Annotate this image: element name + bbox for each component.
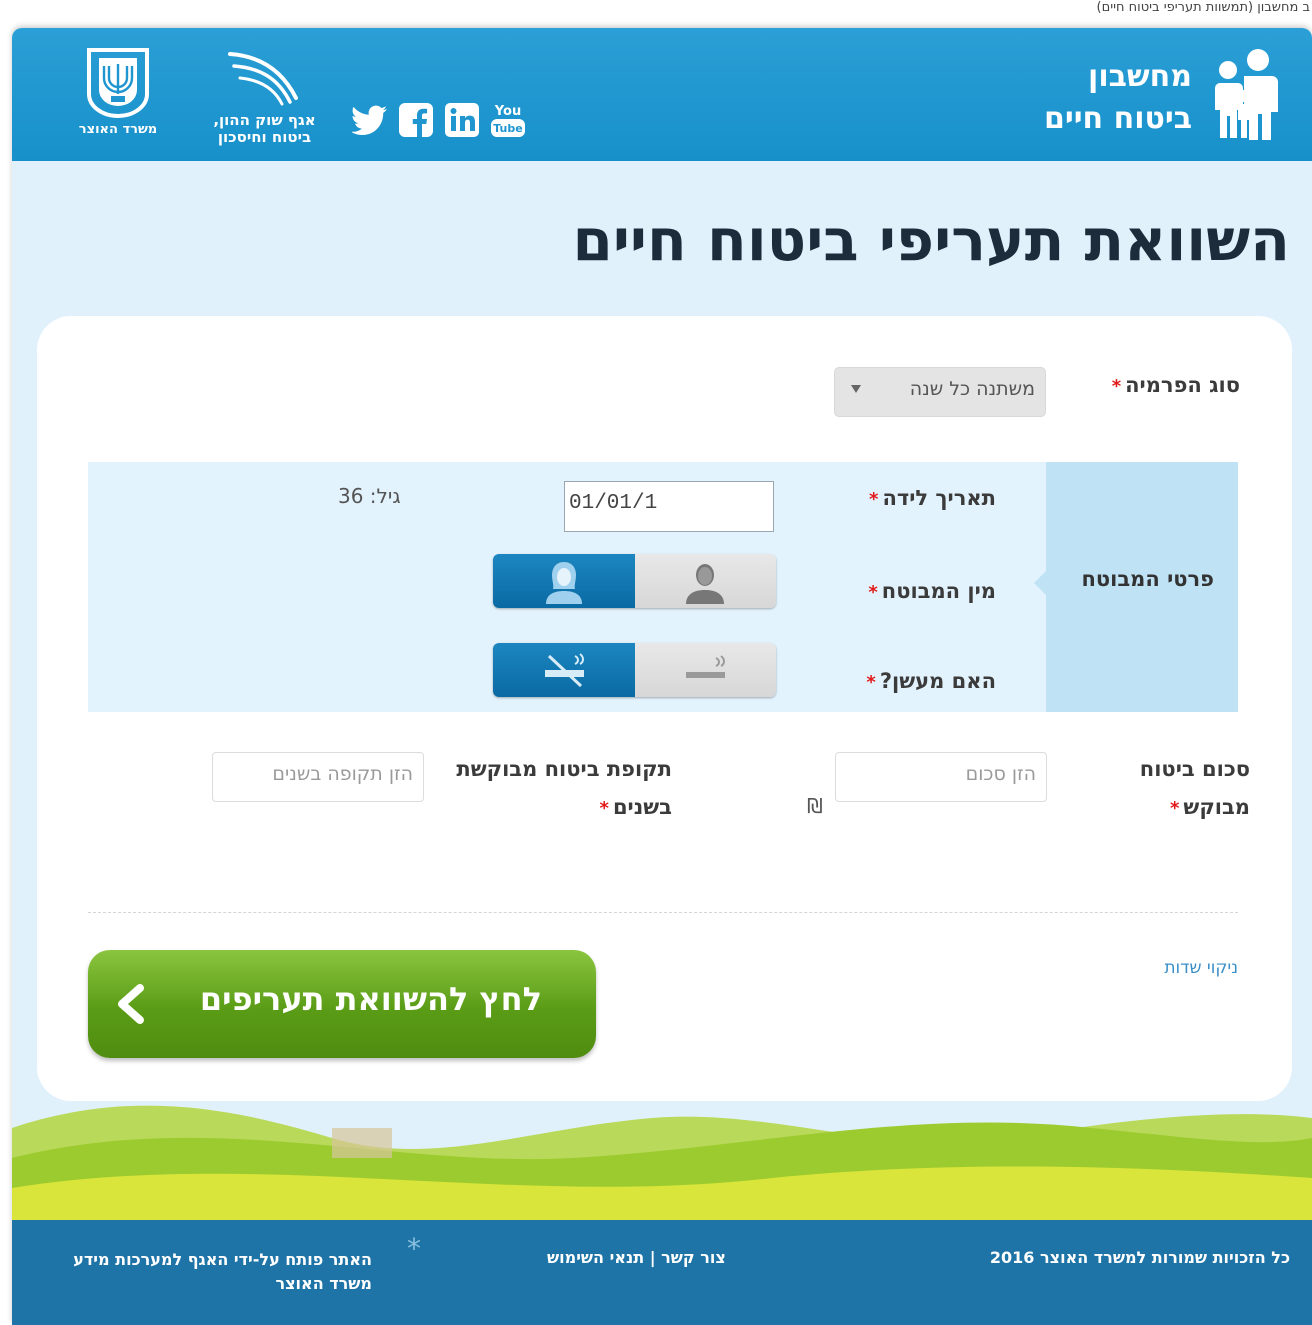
gender-male-option[interactable]	[634, 554, 776, 608]
compare-rates-button[interactable]: לחץ להשוואת תעריפים	[88, 950, 596, 1058]
gender-toggle	[493, 554, 776, 608]
required-mark: *	[599, 798, 609, 819]
birth-date-input[interactable]: 01/01/1	[564, 481, 774, 532]
browser-caption: ב מחשבון (תמשוות תעריפי ביטוח חיים)	[1096, 0, 1310, 14]
section-pointer	[1034, 571, 1046, 595]
site-header: מחשבון ביטוח חיים משרד האוצר אגף שוק ההו…	[12, 28, 1312, 161]
ministry-emblem[interactable]: משרד האוצר	[62, 46, 174, 154]
smoker-toggle	[493, 643, 776, 697]
age-display: גיל: 36	[338, 484, 401, 508]
period-label-line1: תקופת ביטוח מבוקשת	[456, 757, 672, 781]
gender-female-option[interactable]	[493, 554, 635, 608]
app-frame: מחשבון ביטוח חיים משרד האוצר אגף שוק ההו…	[12, 28, 1312, 1325]
youtube-top-text: You	[494, 104, 521, 119]
brand-title-line2: ביטוח חיים	[1043, 101, 1192, 136]
period-label: תקופת ביטוח מבוקשת בשנים*	[432, 750, 672, 828]
family-icon	[1215, 49, 1278, 140]
insured-section-header: פרטי המבוטח	[1034, 462, 1238, 712]
linkedin-icon[interactable]	[444, 102, 480, 138]
non-smoker-option[interactable]	[493, 643, 635, 697]
sum-input[interactable]: הזן סכום	[835, 752, 1047, 802]
page: ב מחשבון (תמשוות תעריפי ביטוח חיים) מחשב…	[0, 0, 1312, 1325]
site-footer: כל הזכויות שמורות למשרד האוצר 2016 צור ק…	[12, 1220, 1312, 1325]
sum-label-line1: סכום ביטוח	[1139, 757, 1250, 781]
division-line2: ביטוח וחיסכון	[217, 128, 312, 146]
page-title: השוואת תעריפי ביטוח חיים	[572, 206, 1290, 274]
insured-details-section: פרטי המבוטח תאריך לידה* 01/01/1 גיל: 36 …	[88, 462, 1238, 712]
footer-links[interactable]: צור קשר | תנאי השימוש	[547, 1248, 726, 1267]
clear-fields-link[interactable]: ניקוי שדות	[1164, 958, 1238, 978]
required-mark: *	[1111, 376, 1122, 397]
division-logo[interactable]: אגף שוק ההון, ביטוח וחיסכון	[197, 46, 332, 154]
star-icon: *	[407, 1232, 421, 1265]
premium-type-select[interactable]: משתנה כל שנה	[834, 367, 1046, 417]
youtube-icon[interactable]: You Tube	[490, 102, 526, 138]
developer-line2: משרד האוצר	[275, 1274, 372, 1293]
calculator-form: סוג הפרמיה* משתנה כל שנה פרטי המבוטח תאר…	[37, 316, 1292, 1101]
period-label-line2: בשנים	[612, 795, 672, 819]
birth-date-label: תאריך לידה*	[869, 479, 996, 519]
birth-date-text: תאריך לידה	[882, 486, 996, 510]
female-icon	[545, 562, 582, 604]
brand-title-line1: מחשבון	[1088, 59, 1192, 94]
youtube-bottom-text: Tube	[493, 122, 522, 135]
premium-type-text: סוג הפרמיה	[1125, 373, 1240, 397]
menorah-emblem-icon	[87, 48, 149, 118]
required-mark: *	[866, 672, 876, 693]
gender-text: מין המבוטח	[881, 579, 996, 603]
brand-title[interactable]: מחשבון ביטוח חיים	[992, 56, 1192, 140]
required-mark: *	[869, 489, 879, 510]
divider	[88, 912, 1238, 913]
landscape-illustration	[12, 1105, 1312, 1228]
required-mark: *	[868, 582, 878, 603]
division-line1: אגף שוק ההון,	[213, 111, 316, 129]
developer-line1: האתר פותח על-ידי האגף למערכות מידע	[73, 1250, 372, 1269]
sum-label: סכום ביטוח מבוקש*	[1090, 750, 1250, 828]
swoosh-icon	[227, 52, 298, 106]
smoker-text: האם מעשן?	[879, 669, 996, 693]
smoker-label: האם מעשן?*	[866, 662, 996, 702]
period-input[interactable]: הזן תקופה בשנים	[212, 752, 424, 802]
developer-credit: האתר פותח על-ידי האגף למערכות מידע משרד …	[52, 1248, 372, 1296]
gender-label: מין המבוטח*	[868, 572, 996, 612]
premium-type-value: משתנה כל שנה	[909, 378, 1035, 400]
required-mark: *	[1169, 798, 1180, 819]
twitter-icon[interactable]	[352, 102, 388, 138]
copyright-text: כל הזכויות שמורות למשרד האוצר 2016	[989, 1248, 1290, 1267]
facebook-icon[interactable]	[398, 102, 434, 138]
no-smoking-icon	[544, 653, 584, 688]
social-links: You Tube	[352, 100, 526, 140]
caret-down-icon	[851, 385, 861, 393]
male-icon	[686, 564, 725, 604]
chevron-left-icon	[118, 984, 144, 1024]
ministry-label: משרד האוצר	[78, 122, 158, 137]
premium-type-label: סוג הפרמיה*	[1112, 366, 1240, 406]
smoker-option[interactable]	[634, 643, 776, 697]
cigarette-icon	[686, 655, 726, 678]
insured-section-label: פרטי המבוטח	[1081, 567, 1214, 591]
currency-symbol: ₪	[807, 794, 823, 818]
sum-label-line2: מבוקש	[1183, 795, 1250, 819]
compare-rates-label: לחץ להשוואת תעריפים	[199, 980, 542, 1018]
